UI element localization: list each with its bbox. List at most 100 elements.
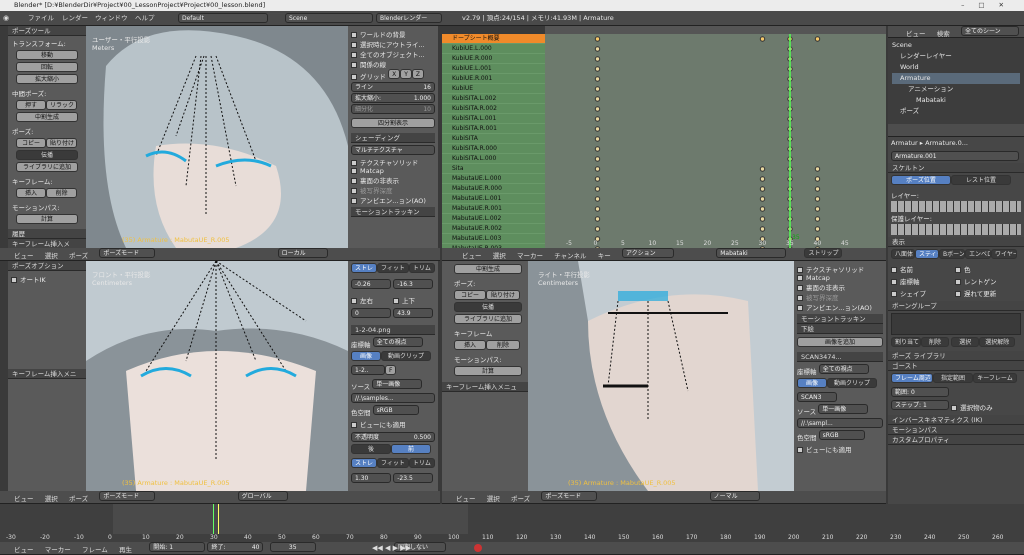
outliner-view-menu[interactable]: ビュー xyxy=(906,28,926,37)
fit-button[interactable]: フィット xyxy=(377,263,409,273)
ds-view-menu[interactable]: ビュー xyxy=(462,250,482,260)
all-obj-check[interactable]: 全てのオブジェクト... xyxy=(351,49,435,59)
assign-button[interactable]: 割り当て xyxy=(891,337,921,347)
record-icon[interactable] xyxy=(474,544,482,552)
add-library-button[interactable]: ライブラリに追加 xyxy=(16,162,78,172)
pose-menu-2[interactable]: ポーズ xyxy=(69,493,88,503)
ao-check-2[interactable]: アンビエン...ョン(AO) xyxy=(797,302,883,312)
rest-position-button[interactable]: レスト位置 xyxy=(951,175,1011,185)
dopesheet-channel[interactable]: MabutaUE.L.003 xyxy=(442,234,545,244)
tool-header[interactable]: ポーズツール xyxy=(8,26,86,36)
select-menu-3[interactable]: 選択 xyxy=(487,493,500,503)
offset-y-field-2[interactable]: -23.5 xyxy=(393,473,434,483)
texsolid-check-2[interactable]: テクスチャソリッド xyxy=(797,264,883,274)
bone-name-field[interactable]: Armature.001 xyxy=(891,151,1019,161)
add-library-button-2[interactable]: ライブラリに追加 xyxy=(454,314,522,324)
source-select-2[interactable]: 単一画像 xyxy=(818,404,869,414)
dopesheet-channel[interactable]: MabutaUE.R.001 xyxy=(442,204,545,214)
outliner-item[interactable]: Mabataki xyxy=(892,95,1020,106)
insert-key-button-2[interactable]: 挿入 xyxy=(454,340,486,350)
movie-clip-button[interactable]: 動画クリップ xyxy=(381,351,431,361)
outliner-scene-select[interactable]: 全てのシーン xyxy=(960,26,1019,36)
viewport-bottom-left[interactable]: フロント・平行投影 Centimeters (35) Armature : Ma… xyxy=(86,261,348,491)
texsolid-check[interactable]: テクスチャソリッド xyxy=(351,157,435,167)
ik-panel[interactable]: インバースキネマティクス (IK) xyxy=(888,415,1024,425)
rotation-field[interactable]: 0 xyxy=(351,308,391,318)
end-frame-field[interactable]: 終了: 40 xyxy=(207,542,264,552)
matcap-check-2[interactable]: Matcap xyxy=(797,274,883,282)
multitexture-select[interactable]: マルチテクスチャ xyxy=(351,145,435,155)
ghost-panel[interactable]: ゴースト xyxy=(888,361,1024,371)
grid-check[interactable]: グリッド XYZ xyxy=(351,69,435,81)
scale-button[interactable]: 拡大縮小 xyxy=(16,74,78,84)
dopesheet-channel[interactable]: KubiSITA.R.000 xyxy=(442,144,545,154)
shading-panel[interactable]: シェーディング xyxy=(351,133,435,143)
mode-select-3[interactable]: ポーズモード xyxy=(541,491,598,501)
dof-check-2[interactable]: 被写界深度 xyxy=(797,292,883,302)
dopesheet-channel[interactable]: KubiSITA.R.001 xyxy=(442,124,545,134)
offset-x-field[interactable]: -0.26 xyxy=(351,279,391,289)
dopesheet-summary[interactable]: ドープシート概要 xyxy=(442,34,545,44)
world-bg-check[interactable]: ワールドの背景 xyxy=(351,29,435,39)
image-path-field-2[interactable]: //.\sampl... xyxy=(797,418,883,428)
motion-path-panel[interactable]: モーションパス xyxy=(888,425,1024,435)
names-check[interactable]: 名前 xyxy=(891,264,955,274)
dopesheet-channel[interactable]: KubiUE.L.000 xyxy=(442,44,545,54)
offset-x-field-2[interactable]: 1.30 xyxy=(351,473,391,483)
delete-key-button-2[interactable]: 削除 xyxy=(486,340,520,350)
viewport-top-left[interactable]: ユーザー・平行投影 Meters (35) Armature : MabutaU… xyxy=(86,26,348,248)
stick-button[interactable]: スティック xyxy=(915,249,939,259)
select-menu-2[interactable]: 選択 xyxy=(45,493,58,503)
ghost-around-frame-button[interactable]: フレーム周辺 xyxy=(891,373,933,383)
dopesheet-channel[interactable]: MabutaUE.L.001 xyxy=(442,194,545,204)
auto-ik-check[interactable]: オートIK xyxy=(8,271,86,287)
history-panel[interactable]: 履歴 xyxy=(8,229,86,239)
menu-window[interactable]: ウィンドウ xyxy=(95,11,128,25)
delete-key-button[interactable]: 削除 xyxy=(46,188,77,198)
outliner-item[interactable]: World xyxy=(892,62,1020,73)
motion-tracking-panel[interactable]: モーショントラッキン xyxy=(351,207,435,217)
outliner-item[interactable]: レンダーレイヤー xyxy=(892,51,1020,62)
apply-view-check-2[interactable]: ビューにも適用 xyxy=(797,444,883,454)
ds-select-menu[interactable]: 選択 xyxy=(493,250,506,260)
grid-lines-field[interactable]: ライン 16 xyxy=(351,82,435,92)
dopesheet-channel[interactable]: MabutaUE.L.002 xyxy=(442,214,545,224)
image-name-field[interactable]: 1-2.. xyxy=(351,365,385,375)
calc-path-button[interactable]: 計算 xyxy=(16,214,78,224)
image-entry[interactable]: 1-2-04.png xyxy=(351,325,435,335)
remove-button[interactable]: 削除 xyxy=(921,337,949,347)
xray-check[interactable]: レントゲン xyxy=(955,278,997,286)
dopesheet-channel[interactable]: MabutaUE.R.002 xyxy=(442,224,545,234)
background-images-panel[interactable]: 下絵 xyxy=(797,324,883,334)
ds-key-menu[interactable]: キー xyxy=(598,250,611,260)
start-frame-field[interactable]: 開始: 1 xyxy=(149,542,206,552)
view-menu[interactable]: ビュー xyxy=(14,250,34,260)
outliner-item[interactable]: ポーズ xyxy=(892,106,1020,117)
tl-view-menu[interactable]: ビュー xyxy=(14,544,34,554)
tool-tabs[interactable] xyxy=(0,26,8,248)
insert-menu-panel-2[interactable]: キーフレーム挿入メニ xyxy=(8,369,86,379)
select-button[interactable]: 選択 xyxy=(951,337,980,347)
image-source-button[interactable]: 画像 xyxy=(351,351,381,361)
ds-channel-menu[interactable]: チャンネル xyxy=(554,250,586,260)
outliner-item[interactable]: Scene xyxy=(892,40,1020,51)
pose-position-button[interactable]: ポーズ位置 xyxy=(891,175,951,185)
outliner-search-menu[interactable]: 検索 xyxy=(937,28,950,37)
protect-layer-grid[interactable] xyxy=(891,224,1021,235)
layer-grid[interactable] xyxy=(891,201,1021,212)
dopesheet-channel[interactable]: KubiSITA.L.001 xyxy=(442,114,545,124)
colors-check[interactable]: 色 xyxy=(955,266,971,274)
fake-user-button[interactable]: F xyxy=(385,365,397,375)
bbone-button[interactable]: Bボーン xyxy=(939,249,965,259)
stretch-button-2[interactable]: ストレ xyxy=(351,458,378,468)
dopesheet-channel[interactable]: KubiSITA.L.002 xyxy=(442,94,545,104)
tl-marker-menu[interactable]: マーカー xyxy=(45,544,71,554)
pose-menu[interactable]: ポーズ xyxy=(69,250,88,260)
mode-select-2[interactable]: ポーズモード xyxy=(99,491,156,501)
dopesheet-channel[interactable]: KubiUE xyxy=(442,84,545,94)
stretch-button[interactable]: ストレ xyxy=(351,263,378,273)
image-name-field-2[interactable]: SCAN3 xyxy=(797,392,837,402)
playback-controls-icon[interactable]: ◀◀ ◀ ▶ ▶▶ xyxy=(372,542,411,554)
viewport-bottom-right[interactable]: ライト・平行投影 Centimeters (35) Armature : Mab… xyxy=(528,261,794,491)
tool-tabs-bottom[interactable] xyxy=(0,261,8,491)
